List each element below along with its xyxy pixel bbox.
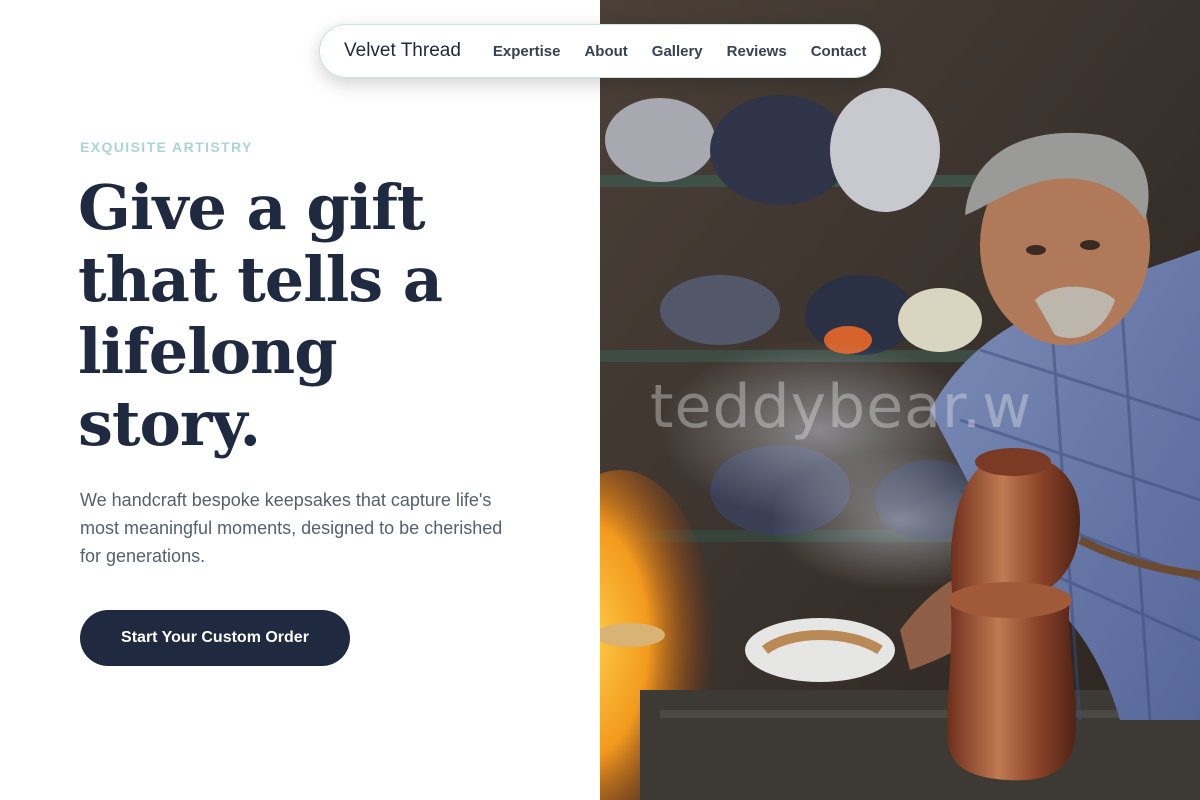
hero-description: We handcraft bespoke keepsakes that capt… (80, 490, 503, 566)
headline-line: lifelong (78, 315, 338, 388)
nav-link-contact[interactable]: Contact (811, 43, 867, 60)
start-custom-order-button[interactable]: Start Your Custom Order (80, 610, 350, 666)
nav-link-reviews[interactable]: Reviews (727, 43, 787, 60)
nav-link-about[interactable]: About (584, 43, 627, 60)
nav-link-gallery[interactable]: Gallery (652, 43, 703, 60)
nav-link-expertise[interactable]: Expertise (493, 43, 561, 60)
watermark-text: teddybear.w (650, 372, 1033, 442)
headline-line: Give a gift (78, 171, 426, 244)
hero-eyebrow: EXQUISITE ARTISTRY (80, 139, 253, 155)
brand-logo[interactable]: Velvet Thread (344, 40, 461, 62)
hero-photo: teddybear.w (600, 0, 1200, 800)
headline-line: story. (78, 387, 261, 460)
top-nav: Velvet Thread Expertise About Gallery Re… (319, 24, 881, 78)
hero-headline: Give a gift that tells a lifelong story. (78, 172, 548, 460)
headline-line: that tells a (78, 243, 443, 316)
